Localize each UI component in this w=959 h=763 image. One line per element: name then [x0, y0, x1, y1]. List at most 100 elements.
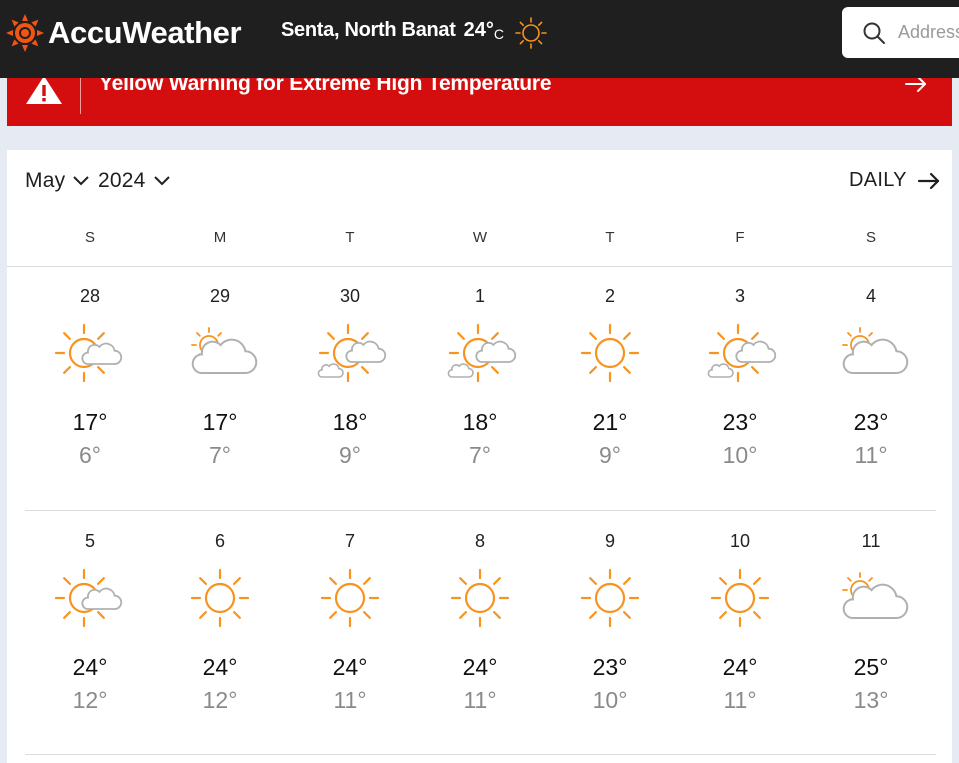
low-temp: 13°: [853, 687, 889, 713]
high-temp: 18°: [332, 409, 368, 435]
top-bar: AccuWeather Senta, North Banat 24° C: [0, 0, 959, 78]
calendar-day[interactable]: 6 24° 12°: [160, 511, 280, 726]
high-temp: 23°: [853, 409, 889, 435]
day-number: 1: [474, 286, 485, 306]
high-temp: 24°: [72, 654, 108, 680]
mostly-cloudy-icon: [180, 318, 260, 388]
calendar-day[interactable]: 30 18° 9°: [290, 266, 410, 481]
calendar-day[interactable]: 8 24° 11°: [420, 511, 540, 726]
low-temp: 6°: [79, 442, 101, 468]
low-temp: 7°: [209, 442, 231, 468]
sunny-icon: [515, 17, 547, 49]
weekday-label: T: [605, 229, 615, 246]
day-number: 10: [729, 531, 751, 551]
sun-cloud-small-icon: [50, 318, 130, 388]
current-location[interactable]: Senta, North Banat 24° C: [281, 17, 550, 50]
low-temp: 10°: [722, 442, 758, 468]
location-name: Senta, North Banat: [281, 19, 456, 41]
day-number: 11: [861, 531, 881, 551]
low-temp: 10°: [592, 687, 628, 713]
low-temp: 9°: [599, 442, 621, 468]
day-number: 9: [604, 531, 615, 551]
high-temp: 17°: [202, 409, 238, 435]
high-temp: 21°: [592, 409, 628, 435]
high-temp: 17°: [72, 409, 108, 435]
day-number: 30: [339, 286, 361, 306]
low-temp: 9°: [339, 442, 361, 468]
weekday-label: T: [345, 229, 355, 246]
temp-unit: C: [493, 26, 504, 42]
high-temp: 24°: [202, 654, 238, 680]
day-number: 8: [474, 531, 485, 551]
search-icon: [863, 22, 885, 44]
calendar-day[interactable]: 28 17° 6°: [30, 266, 150, 481]
sun-clouds-icon: [700, 318, 780, 388]
mostly-cloudy-icon: [831, 563, 911, 633]
sun-cloud-small-icon: [50, 563, 130, 633]
calendar-day[interactable]: 9 23° 10°: [550, 511, 670, 726]
sunny-icon: [180, 563, 260, 633]
sunny-icon: [700, 563, 780, 633]
arrow-right-icon: [917, 172, 939, 189]
search-input[interactable]: [898, 22, 959, 43]
high-temp: 25°: [853, 654, 889, 680]
calendar-day[interactable]: 7 24° 11°: [290, 511, 410, 726]
calendar-day[interactable]: 11 25° 13°: [811, 511, 931, 726]
weekday-label: S: [84, 229, 95, 246]
alert-divider: [80, 78, 81, 114]
sunny-icon: [570, 563, 650, 633]
month-selector[interactable]: May: [25, 169, 89, 193]
year-label: 2024: [98, 169, 146, 192]
weekday-label: M: [213, 229, 227, 246]
day-number: 7: [344, 531, 355, 551]
day-number: 5: [84, 531, 95, 551]
daily-view-link[interactable]: DAILY: [849, 169, 941, 192]
daily-label: DAILY: [849, 169, 907, 191]
high-temp: 24°: [462, 654, 498, 680]
sunny-icon: [570, 318, 650, 388]
day-number: 3: [734, 286, 745, 306]
week-divider: [25, 754, 936, 755]
sunny-icon: [440, 563, 520, 633]
day-number: 6: [214, 531, 225, 551]
high-temp: 24°: [332, 654, 368, 680]
day-number: 2: [604, 286, 615, 306]
current-temp: 24°: [463, 19, 494, 41]
high-temp: 18°: [462, 409, 498, 435]
day-number: 4: [865, 286, 876, 306]
low-temp: 11°: [463, 687, 497, 713]
weekday-label: S: [865, 229, 876, 246]
low-temp: 7°: [469, 442, 491, 468]
year-selector[interactable]: 2024: [98, 169, 170, 193]
brand-name: AccuWeather: [48, 15, 242, 50]
high-temp: 23°: [722, 409, 758, 435]
calendar-day[interactable]: 1 18° 7°: [420, 266, 540, 481]
weekday-label: W: [472, 229, 488, 246]
search-box[interactable]: [842, 7, 959, 58]
warning-icon: [26, 76, 62, 104]
low-temp: 12°: [72, 687, 108, 713]
high-temp: 23°: [592, 654, 628, 680]
calendar-day[interactable]: 5 24° 12°: [30, 511, 150, 726]
high-temp: 24°: [722, 654, 758, 680]
mostly-cloudy-icon: [831, 318, 911, 388]
low-temp: 11°: [723, 687, 757, 713]
sun-clouds-icon: [310, 318, 390, 388]
low-temp: 11°: [333, 687, 367, 713]
day-number: 29: [209, 286, 231, 306]
calendar-day[interactable]: 2 21° 9°: [550, 266, 670, 481]
calendar-day[interactable]: 4 23° 11°: [811, 266, 931, 481]
month-label: May: [25, 169, 66, 192]
calendar-day[interactable]: 10 24° 11°: [680, 511, 800, 726]
calendar-day[interactable]: 29 17° 7°: [160, 266, 280, 481]
accuweather-logo[interactable]: AccuWeather: [6, 14, 242, 52]
day-number: 28: [79, 286, 101, 306]
low-temp: 11°: [854, 442, 888, 468]
calendar-day[interactable]: 3 23° 10°: [680, 266, 800, 481]
chevron-down-icon: [73, 176, 89, 186]
weekday-label: F: [735, 229, 745, 246]
low-temp: 12°: [202, 687, 238, 713]
sun-clouds-icon: [440, 318, 520, 388]
brand-sun-icon: [6, 14, 44, 52]
chevron-down-icon: [153, 176, 170, 186]
